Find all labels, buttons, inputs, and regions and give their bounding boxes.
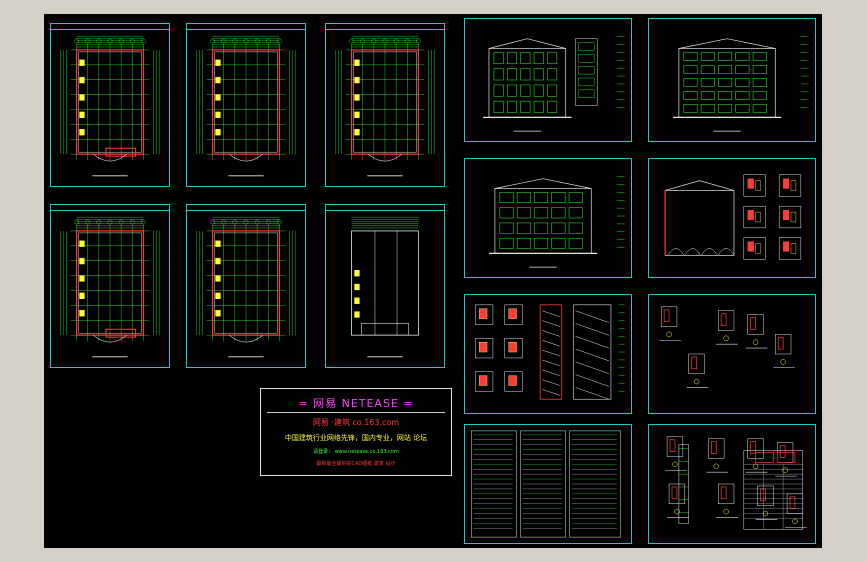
sheet-design-notes[interactable] xyxy=(464,424,632,544)
sheet-floor-plan-5[interactable] xyxy=(186,204,306,368)
stair-drawing xyxy=(474,304,625,400)
watermark-line-4: 请登录： www.netease.co.163.com xyxy=(313,449,399,455)
sheet-door-window-details[interactable] xyxy=(648,424,816,544)
floor-plan-drawing xyxy=(60,35,160,177)
sheet-side-elevation[interactable] xyxy=(648,18,816,142)
elevation-drawing xyxy=(483,36,625,132)
sheet-floor-plan-2[interactable] xyxy=(186,23,306,187)
sheet-roof-plan[interactable] xyxy=(325,204,445,368)
floor-plan-drawing xyxy=(196,35,296,177)
sheet-front-elevation[interactable] xyxy=(464,18,632,142)
section-drawing xyxy=(664,174,802,260)
floor-plan-drawing xyxy=(196,216,296,358)
floor-plan-drawing xyxy=(335,35,435,177)
sheet-rear-elevation[interactable] xyxy=(464,158,632,278)
elevation-drawing xyxy=(672,36,809,132)
sheet-floor-plan-4[interactable] xyxy=(50,204,170,368)
watermark-divider xyxy=(267,412,445,413)
watermark-title: = 网易 NETEASE = xyxy=(298,397,414,410)
watermark-line-5: 最新最全最好的CAD图纸 建筑 设计 xyxy=(316,461,396,467)
drawing-canvas[interactable]: = 网易 NETEASE = 网易 ·建筑 co.163.com 中国建筑行业网… xyxy=(44,14,822,548)
watermark-box: = 网易 NETEASE = 网易 ·建筑 co.163.com 中国建筑行业网… xyxy=(260,388,452,476)
floor-plan-drawing xyxy=(60,216,160,358)
roof-plan-drawing xyxy=(351,216,419,358)
detail-drawing xyxy=(665,436,807,530)
detail-drawing xyxy=(659,306,795,388)
sheet-section-details[interactable] xyxy=(648,158,816,278)
notes-table-drawing xyxy=(471,430,622,538)
sheet-floor-plan-3[interactable] xyxy=(325,23,445,187)
sheet-stair-details[interactable] xyxy=(464,294,632,414)
watermark-line-2: 网易 ·建筑 co.163.com xyxy=(312,418,400,427)
sheet-floor-plan-1[interactable] xyxy=(50,23,170,187)
elevation-drawing xyxy=(489,176,625,268)
watermark-line-3: 中国建筑行业网络先锋，国内专业，网站 论坛 xyxy=(284,434,428,442)
sheet-wall-details[interactable] xyxy=(648,294,816,414)
